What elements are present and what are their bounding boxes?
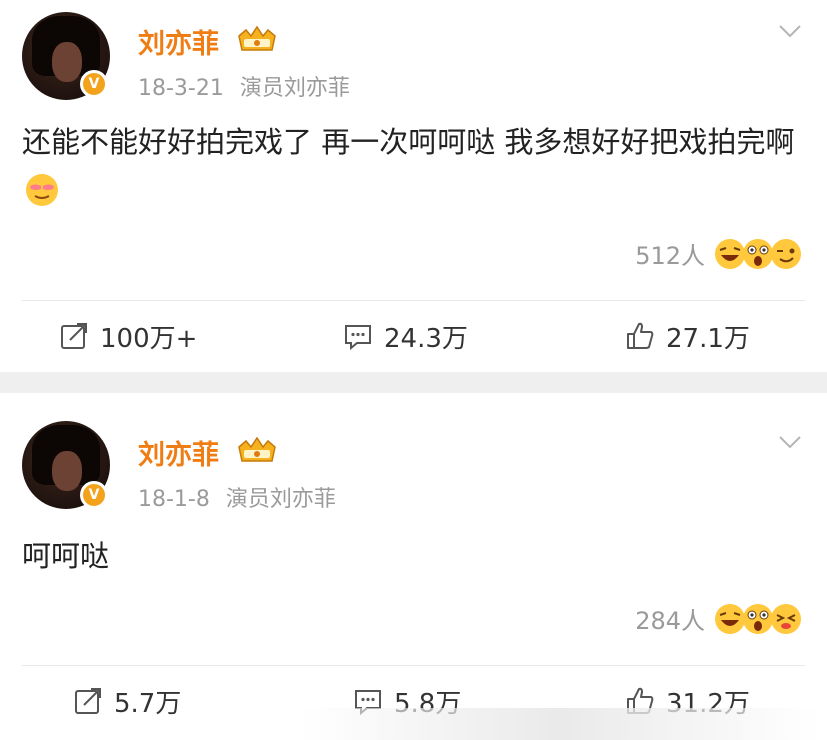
repost-count: 100万+ — [100, 323, 198, 354]
post-date: 18-1-8 — [138, 487, 210, 512]
wink-emoji-icon — [771, 238, 801, 269]
cool-emoji-icon — [26, 174, 58, 206]
reaction-count: 512人 — [635, 242, 705, 270]
reaction-count: 284人 — [635, 607, 705, 635]
action-bar: 100万+ 24.3万 27.1万 — [0, 306, 827, 366]
post-meta: 18-1-8 演员刘亦菲 — [138, 481, 336, 513]
username[interactable]: 刘亦菲 — [138, 433, 219, 472]
post-meta: 18-3-21 演员刘亦菲 — [138, 70, 350, 102]
divider — [22, 665, 805, 666]
thumbs-up-icon — [627, 322, 654, 349]
post-text: 呵呵哒 — [22, 531, 803, 581]
post-separator — [0, 372, 827, 393]
repost-count: 5.7万 — [114, 688, 182, 719]
post-text-content: 呵呵哒 — [22, 539, 110, 573]
crown-badge-icon[interactable] — [236, 24, 278, 56]
comment-icon — [345, 325, 371, 351]
post-text: 还能不能好好拍完戏了 再一次呵呵哒 我多想好好把戏拍完啊 — [22, 117, 803, 217]
wink-emoji-icon — [771, 603, 801, 634]
divider — [22, 300, 805, 301]
post-date: 18-3-21 — [138, 76, 224, 101]
chevron-down-icon[interactable] — [777, 18, 803, 44]
verified-title: 演员刘亦菲 — [239, 76, 350, 101]
repost-icon — [75, 688, 101, 714]
verified-title: 演员刘亦菲 — [225, 487, 336, 512]
reaction-summary[interactable]: 512人 — [635, 236, 803, 271]
weibo-post-2: V 刘亦菲 18-1-8 演员刘亦菲 呵呵哒 284人 5.7万 5.8万 31… — [0, 393, 827, 740]
repost-button[interactable]: 5.7万 — [72, 671, 181, 731]
like-count: 27.1万 — [666, 323, 750, 354]
like-button[interactable]: 27.1万 — [624, 306, 750, 366]
username[interactable]: 刘亦菲 — [138, 22, 219, 61]
reaction-summary[interactable]: 284人 — [635, 601, 803, 636]
comment-count: 24.3万 — [384, 323, 468, 354]
repost-button[interactable]: 100万+ — [58, 306, 197, 366]
verified-v-icon: V — [80, 481, 108, 509]
post-text-content: 还能不能好好拍完戏了 再一次呵呵哒 我多想好好把戏拍完啊 — [22, 125, 795, 159]
crown-badge-icon[interactable] — [236, 435, 278, 467]
comment-button[interactable]: 24.3万 — [342, 306, 468, 366]
chevron-down-icon[interactable] — [777, 429, 803, 455]
verified-v-icon: V — [80, 70, 108, 98]
watermark-overlay — [300, 708, 820, 740]
repost-icon — [61, 323, 87, 349]
weibo-post-1: V 刘亦菲 18-3-21 演员刘亦菲 还能不能好好拍完戏了 再一次呵呵哒 我多想… — [0, 0, 827, 372]
